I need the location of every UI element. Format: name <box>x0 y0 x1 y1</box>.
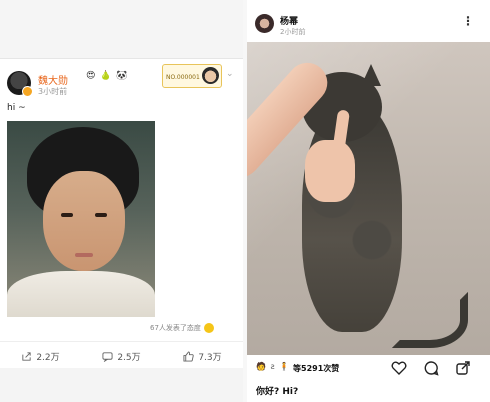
like-button[interactable]: 7.3万 <box>183 350 222 363</box>
post-caption: 你好? Hi? <box>256 387 299 397</box>
heart-icon[interactable] <box>391 360 407 376</box>
hand <box>305 140 355 202</box>
share-count: 2.2万 <box>36 352 60 363</box>
share-icon <box>22 351 31 361</box>
left-top-strip <box>0 0 243 58</box>
author-avatar[interactable] <box>255 14 274 33</box>
comment-button[interactable]: 2.5万 <box>102 350 141 363</box>
post-time: 2小时前 <box>280 28 306 36</box>
likers-avatars[interactable]: 🧑 ƨ 🧍 <box>256 362 290 371</box>
fan-badge-avatar <box>202 67 219 84</box>
author-emoji-badges: 😍 🍐 🐼 <box>86 71 129 81</box>
instagram-post-card: 杨幂 2小时前 ⋮ 🧑 ƨ 🧍 等5291次赞 你好? Hi? <box>247 0 490 402</box>
share-button[interactable]: 2.2万 <box>21 350 60 363</box>
post-time: 3小时前 <box>38 87 68 96</box>
likes-count[interactable]: 等5291次赞 <box>293 363 339 374</box>
verified-badge-icon <box>22 86 33 97</box>
comment-icon <box>102 351 113 362</box>
reactions-summary[interactable]: 67人发表了态度 <box>150 323 214 333</box>
more-options-icon[interactable]: ⋮ <box>462 14 474 28</box>
cat-tail <box>392 292 468 348</box>
comment-count: 2.5万 <box>117 352 141 363</box>
author-avatar[interactable] <box>7 71 33 97</box>
weibo-post-card: 魏大勋 😍 🍐 🐼 3小时前 NO.000001 ⌄ hi ~ 67人发表了态度… <box>0 58 243 369</box>
photo-mouth <box>75 253 93 257</box>
reactions-text: 67人发表了态度 <box>150 324 201 332</box>
author-name[interactable]: 杨幂 <box>280 14 298 27</box>
comment-icon[interactable] <box>423 360 439 376</box>
post-text: hi ~ <box>7 103 26 113</box>
chevron-down-icon[interactable]: ⌄ <box>226 69 234 79</box>
fan-badge-number: NO.000001 <box>166 74 200 81</box>
photo-shirt <box>7 271 155 317</box>
post-action-bar: 🧑 ƨ 🧍 等5291次赞 <box>247 358 490 380</box>
left-bottom-strip <box>0 368 243 402</box>
share-icon[interactable] <box>455 360 471 376</box>
photo-eye-left <box>61 213 73 217</box>
photo-eye-right <box>95 213 107 217</box>
post-photo[interactable] <box>247 42 490 355</box>
fan-badge[interactable]: NO.000001 <box>162 64 222 88</box>
smiley-icon <box>203 323 214 333</box>
post-photo[interactable] <box>7 121 155 317</box>
author-name[interactable]: 魏大勋 <box>38 72 68 87</box>
like-icon <box>183 350 195 362</box>
like-count: 7.3万 <box>198 352 222 363</box>
post-action-bar: 2.2万 2.5万 7.3万 <box>0 341 243 370</box>
